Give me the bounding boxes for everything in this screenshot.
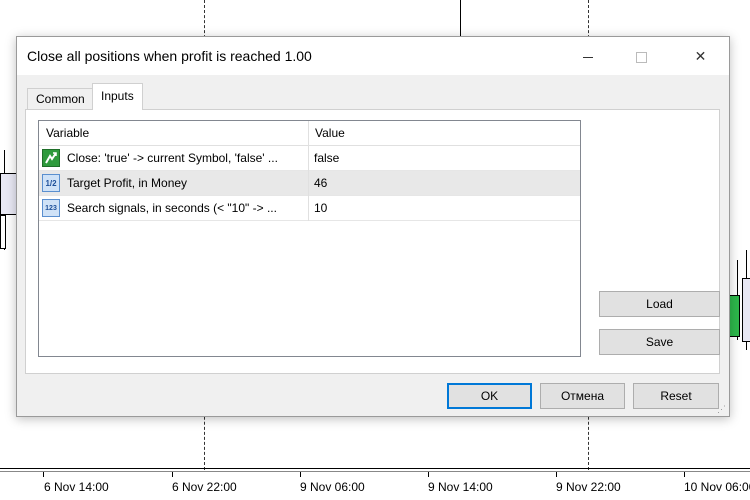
maximize-button[interactable] bbox=[619, 37, 664, 75]
inputs-table: Variable Value Close: 'true' -> current … bbox=[38, 120, 581, 357]
row-variable: Close: 'true' -> current Symbol, 'false'… bbox=[67, 151, 278, 165]
column-header-value[interactable]: Value bbox=[315, 126, 345, 140]
row-value[interactable]: 10 bbox=[314, 201, 327, 215]
x-axis-label: 6 Nov 22:00 bbox=[172, 480, 237, 494]
candle-wick bbox=[460, 0, 461, 38]
column-divider bbox=[308, 146, 309, 171]
dialog-title: Close all positions when profit is reach… bbox=[27, 48, 312, 64]
x-axis-tick bbox=[43, 472, 44, 477]
row-variable: Target Profit, in Money bbox=[67, 176, 188, 190]
cancel-button[interactable]: Отмена bbox=[540, 383, 625, 409]
bool-arrow-glyph bbox=[45, 152, 57, 164]
dialog-titlebar[interactable]: Close all positions when profit is reach… bbox=[17, 37, 729, 75]
close-button[interactable]: ✕ bbox=[678, 37, 723, 75]
table-row[interactable]: 123 Search signals, in seconds (< "10" -… bbox=[39, 196, 580, 221]
bool-icon bbox=[42, 149, 60, 167]
x-axis-tick bbox=[428, 472, 429, 477]
resize-grip-icon[interactable]: ⋰ bbox=[717, 404, 727, 414]
tab-common[interactable]: Common bbox=[27, 88, 94, 109]
table-row[interactable]: Close: 'true' -> current Symbol, 'false'… bbox=[39, 146, 580, 171]
table-header: Variable Value bbox=[39, 121, 580, 146]
minimize-icon bbox=[582, 56, 593, 58]
column-divider bbox=[308, 196, 309, 221]
x-axis-label: 9 Nov 14:00 bbox=[428, 480, 493, 494]
minimize-button[interactable] bbox=[565, 37, 610, 75]
x-axis-tick bbox=[556, 472, 557, 477]
tab-inputs[interactable]: Inputs bbox=[92, 83, 143, 110]
candle bbox=[742, 278, 750, 342]
inputs-panel: Variable Value Close: 'true' -> current … bbox=[25, 109, 720, 374]
fraction-icon: 1/2 bbox=[42, 174, 60, 192]
column-header-variable[interactable]: Variable bbox=[46, 126, 89, 140]
x-axis-label: 9 Nov 22:00 bbox=[556, 480, 621, 494]
x-axis-label: 9 Nov 06:00 bbox=[300, 480, 365, 494]
candle bbox=[0, 215, 6, 249]
x-axis-tick bbox=[300, 472, 301, 477]
row-variable: Search signals, in seconds (< "10" -> ..… bbox=[67, 201, 277, 215]
table-row[interactable]: 1/2 Target Profit, in Money 46 bbox=[39, 171, 580, 196]
x-axis-line bbox=[0, 471, 750, 472]
integer-icon: 123 bbox=[42, 199, 60, 217]
reset-button[interactable]: Reset bbox=[633, 383, 719, 409]
x-axis-label: 10 Nov 06:00 bbox=[684, 480, 750, 494]
x-axis-line bbox=[0, 468, 750, 469]
x-axis-label: 6 Nov 14:00 bbox=[44, 480, 109, 494]
maximize-icon bbox=[636, 51, 647, 63]
row-value[interactable]: 46 bbox=[314, 176, 327, 190]
x-axis-tick bbox=[172, 472, 173, 477]
column-divider[interactable] bbox=[308, 121, 309, 145]
row-value[interactable]: false bbox=[314, 151, 339, 165]
close-icon: ✕ bbox=[694, 48, 707, 64]
x-axis-tick bbox=[684, 472, 685, 477]
save-button[interactable]: Save bbox=[599, 329, 720, 355]
load-button[interactable]: Load bbox=[599, 291, 720, 317]
expert-properties-dialog: Close all positions when profit is reach… bbox=[16, 36, 730, 417]
column-divider bbox=[308, 171, 309, 196]
candle bbox=[0, 173, 17, 215]
ok-button[interactable]: OK bbox=[447, 383, 532, 409]
